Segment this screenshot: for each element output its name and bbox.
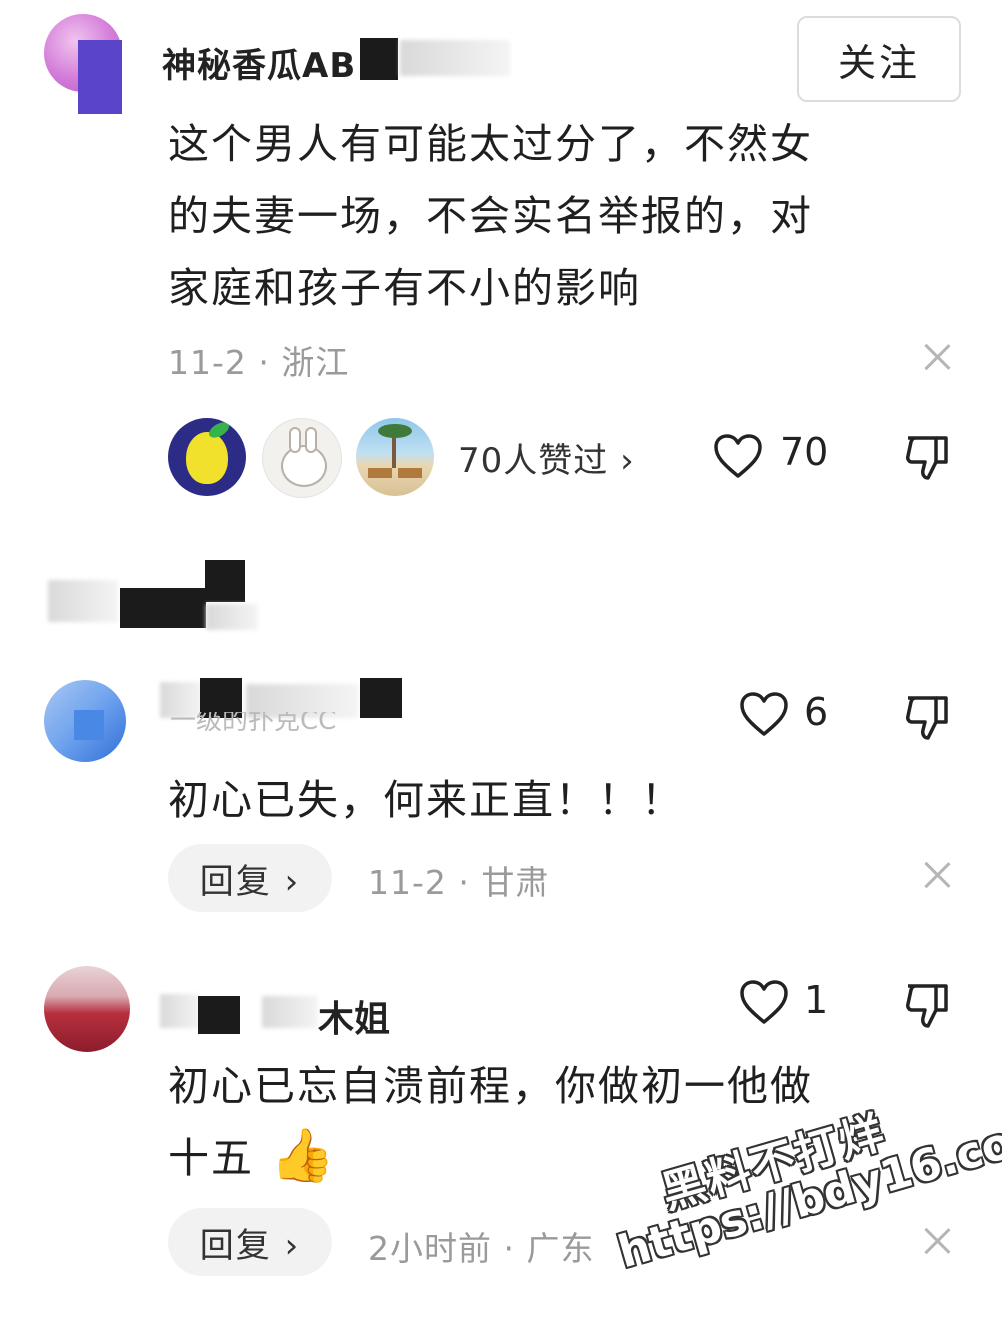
reply-button[interactable]: 回复 › [168,1208,332,1276]
follow-button[interactable]: 关注 [797,16,961,102]
comment-text-line: 的夫妻一场，不会实名举报的，对 [168,192,813,240]
liker-avatar[interactable] [168,418,246,496]
section-redaction [120,588,206,628]
name-redaction [400,40,510,76]
lemon-icon [186,432,228,484]
avatar-block [74,710,104,740]
comment-meta: 2小时前 · 广东 [368,1229,595,1268]
name-redaction [360,678,402,718]
avatar-blur [78,40,122,114]
bunny-ear [305,427,317,453]
dislike-icon[interactable] [902,692,952,742]
close-icon[interactable] [924,862,950,888]
like-count: 70 [780,430,829,474]
comment-text-line: 这个男人有可能太过分了，不然女 [168,120,813,168]
username[interactable]: 木姐 [318,990,390,1042]
like-count: 6 [804,690,829,734]
avatar[interactable] [44,680,126,762]
comment-text-line: 初心已忘自溃前程，你做初一他做 [168,1062,813,1110]
section-redaction [206,604,258,630]
username[interactable]: 神秘香瓜AB [162,38,356,87]
section-redaction [205,560,245,602]
liker-avatar[interactable] [262,418,342,498]
reply-button[interactable]: 回复 › [168,844,332,912]
comment-text-line: 十五 [168,1134,254,1182]
likers-link[interactable]: 70人赞过 › [458,433,635,482]
heart-icon[interactable] [738,690,790,738]
name-redaction [198,996,240,1034]
avatar[interactable] [44,966,130,1052]
name-redaction [262,996,318,1028]
heart-icon[interactable] [712,432,764,480]
comment-text-line: 家庭和孩子有不小的影响 [168,264,641,312]
name-redaction [360,38,398,80]
dislike-icon[interactable] [902,980,952,1030]
dislike-icon[interactable] [902,432,952,482]
palm-leaves [378,424,412,438]
close-icon[interactable] [924,344,950,370]
section-redaction [48,580,118,622]
name-redaction [160,994,200,1028]
comment-text-line: 初心已失，何来正直！！！ [168,776,684,824]
comment-meta: 11-2 · 甘肃 [368,863,550,902]
like-count: 1 [804,978,829,1022]
beach-chair-icon [368,468,392,478]
liker-avatar[interactable] [356,418,434,496]
comment-meta: 11-2 · 浙江 [168,343,350,382]
bunny-icon [281,445,327,487]
thumbs-up-emoji: 👍 [270,1126,335,1186]
username[interactable]: 一级的扑克CC [170,712,336,732]
heart-icon[interactable] [738,978,790,1026]
bunny-ear [289,427,301,453]
beach-chair-icon [398,468,422,478]
